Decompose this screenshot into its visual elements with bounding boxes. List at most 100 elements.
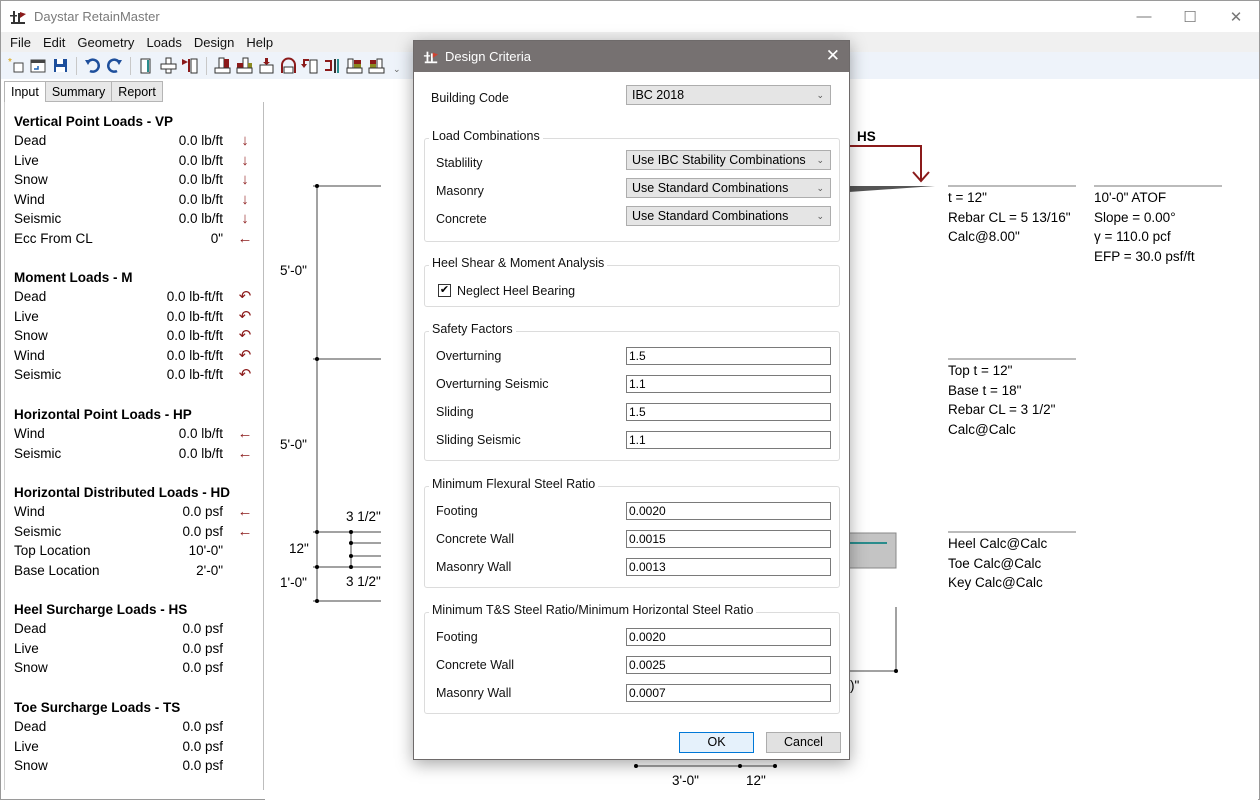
- load-value[interactable]: 0.0 psf: [182, 756, 223, 776]
- load-value[interactable]: 0.0 lb-ft/ft: [167, 326, 223, 346]
- load-row-ecc-from-cl[interactable]: Ecc From CL 0" ←: [14, 229, 259, 249]
- wall-top-info: t = 12" Rebar CL = 5 13/16" Calc@8.00": [948, 188, 1071, 247]
- load-row-snow[interactable]: Snow 0.0 psf: [14, 658, 259, 678]
- load-row-top-location[interactable]: Top Location 10'-0": [14, 541, 259, 561]
- load-value[interactable]: 0.0 psf: [182, 737, 223, 757]
- toolbar-overflow-button[interactable]: ⌄: [393, 64, 401, 75]
- close-window-button[interactable]: ✕: [1213, 1, 1259, 32]
- footing-input[interactable]: [626, 502, 831, 520]
- concrete-wall-label: Concrete Wall: [436, 532, 515, 546]
- toe-icon[interactable]: [235, 56, 254, 75]
- dialog-title-bar[interactable]: Design Criteria ✕: [414, 41, 849, 72]
- concrete-wall-input[interactable]: [626, 530, 831, 548]
- moment-icon[interactable]: [301, 56, 320, 75]
- stability-select[interactable]: Use IBC Stability Combinations ⌄: [626, 150, 831, 170]
- tab-report[interactable]: Report: [111, 81, 163, 102]
- load-row-dead[interactable]: Dead 0.0 psf: [14, 717, 259, 737]
- menu-geometry[interactable]: Geometry: [71, 35, 140, 50]
- dialog-body: Building Code IBC 2018 ⌄ Load Combinatio…: [414, 72, 849, 759]
- point-load-icon[interactable]: [323, 56, 342, 75]
- load-value[interactable]: 0.0 psf: [182, 717, 223, 737]
- load-row-dead[interactable]: Dead 0.0 lb/ft ↓: [14, 131, 259, 151]
- load-row-snow[interactable]: Snow 0.0 lb-ft/ft ↶: [14, 326, 259, 346]
- menu-edit[interactable]: Edit: [37, 35, 71, 50]
- load-row-dead[interactable]: Dead 0.0 psf: [14, 619, 259, 639]
- footing-icon[interactable]: [159, 56, 178, 75]
- concrete-select[interactable]: Use Standard Combinations ⌄: [626, 206, 831, 226]
- load-row-seismic[interactable]: Seismic 0.0 psf ←: [14, 522, 259, 542]
- ok-button[interactable]: OK: [679, 732, 754, 753]
- wall-load-icon[interactable]: [181, 56, 200, 75]
- menu-file[interactable]: File: [4, 35, 37, 50]
- surcharge-toe-icon[interactable]: [367, 56, 386, 75]
- load-value[interactable]: 0.0 lb-ft/ft: [167, 346, 223, 366]
- redo-icon[interactable]: [105, 56, 124, 75]
- load-row-snow[interactable]: Snow 0.0 lb/ft ↓: [14, 170, 259, 190]
- masonry-wall-input[interactable]: [626, 558, 831, 576]
- open-icon[interactable]: [29, 56, 48, 75]
- load-value[interactable]: 0.0 lb-ft/ft: [167, 365, 223, 385]
- load-value[interactable]: 0.0 lb/ft: [179, 151, 223, 171]
- load-value[interactable]: 0.0 lb-ft/ft: [167, 287, 223, 307]
- load-row-seismic[interactable]: Seismic 0.0 lb/ft ←: [14, 444, 259, 464]
- menu-loads[interactable]: Loads: [140, 35, 187, 50]
- load-value[interactable]: 0.0 psf: [182, 639, 223, 659]
- load-row-live[interactable]: Live 0.0 psf: [14, 737, 259, 757]
- key-icon[interactable]: [257, 56, 276, 75]
- load-row-wind[interactable]: Wind 0.0 lb-ft/ft ↶: [14, 346, 259, 366]
- load-value[interactable]: 0.0 lb/ft: [179, 209, 223, 229]
- load-value[interactable]: 0.0 lb/ft: [179, 444, 223, 464]
- dialog-close-button[interactable]: ✕: [826, 46, 840, 66]
- load-row-seismic[interactable]: Seismic 0.0 lb-ft/ft ↶: [14, 365, 259, 385]
- tab-summary[interactable]: Summary: [44, 81, 113, 102]
- load-row-wind[interactable]: Wind 0.0 lb/ft ↓: [14, 190, 259, 210]
- menu-design[interactable]: Design: [188, 35, 240, 50]
- load-row-live[interactable]: Live 0.0 lb/ft ↓: [14, 151, 259, 171]
- overturning-label: Overturning: [436, 349, 502, 363]
- surcharge-heel-icon[interactable]: [345, 56, 364, 75]
- load-value[interactable]: 0.0 lb-ft/ft: [167, 307, 223, 327]
- masonry-wall-input[interactable]: [626, 684, 831, 702]
- undo-icon[interactable]: [83, 56, 102, 75]
- new-icon[interactable]: *: [7, 56, 26, 75]
- save-icon[interactable]: [51, 56, 70, 75]
- info-text: Slope = 0.00°: [1094, 209, 1176, 225]
- load-value[interactable]: 0": [211, 229, 223, 249]
- load-row-dead[interactable]: Dead 0.0 lb-ft/ft ↶: [14, 287, 259, 307]
- load-value[interactable]: 0.0 lb/ft: [179, 190, 223, 210]
- cancel-button[interactable]: Cancel: [766, 732, 841, 753]
- minimize-button[interactable]: —: [1121, 1, 1167, 32]
- load-row-live[interactable]: Live 0.0 lb-ft/ft ↶: [14, 307, 259, 327]
- neglect-heel-bearing-checkbox[interactable]: ✔: [438, 284, 451, 297]
- heel-icon[interactable]: [213, 56, 232, 75]
- building-code-select[interactable]: IBC 2018 ⌄: [626, 85, 831, 105]
- tab-input[interactable]: Input: [4, 81, 46, 103]
- masonry-select[interactable]: Use Standard Combinations ⌄: [626, 178, 831, 198]
- load-value[interactable]: 0.0 psf: [182, 658, 223, 678]
- load-value[interactable]: 2'-0": [196, 561, 223, 581]
- load-value[interactable]: 0.0 lb/ft: [179, 131, 223, 151]
- load-row-base-location[interactable]: Base Location 2'-0": [14, 561, 259, 581]
- maximize-button[interactable]: ☐: [1167, 1, 1213, 32]
- load-value[interactable]: 0.0 lb/ft: [179, 424, 223, 444]
- arch-icon[interactable]: [279, 56, 298, 75]
- load-value[interactable]: 0.0 psf: [182, 522, 223, 542]
- menu-help[interactable]: Help: [240, 35, 279, 50]
- load-value[interactable]: 0.0 lb/ft: [179, 170, 223, 190]
- sliding-input[interactable]: [626, 403, 831, 421]
- overturning-input[interactable]: [626, 347, 831, 365]
- sliding-seismic-input[interactable]: [626, 431, 831, 449]
- load-value[interactable]: 0.0 psf: [182, 502, 223, 522]
- load-row-wind[interactable]: Wind 0.0 lb/ft ←: [14, 424, 259, 444]
- load-row-live[interactable]: Live 0.0 psf: [14, 639, 259, 659]
- load-row-wind[interactable]: Wind 0.0 psf ←: [14, 502, 259, 522]
- wall-icon[interactable]: [137, 56, 156, 75]
- load-value[interactable]: 0.0 psf: [182, 619, 223, 639]
- footing-input[interactable]: [626, 628, 831, 646]
- neglect-heel-bearing-label[interactable]: Neglect Heel Bearing: [457, 284, 575, 298]
- concrete-wall-input[interactable]: [626, 656, 831, 674]
- load-row-seismic[interactable]: Seismic 0.0 lb/ft ↓: [14, 209, 259, 229]
- load-row-snow[interactable]: Snow 0.0 psf: [14, 756, 259, 776]
- load-value[interactable]: 10'-0": [189, 541, 223, 561]
- overturning-seismic-input[interactable]: [626, 375, 831, 393]
